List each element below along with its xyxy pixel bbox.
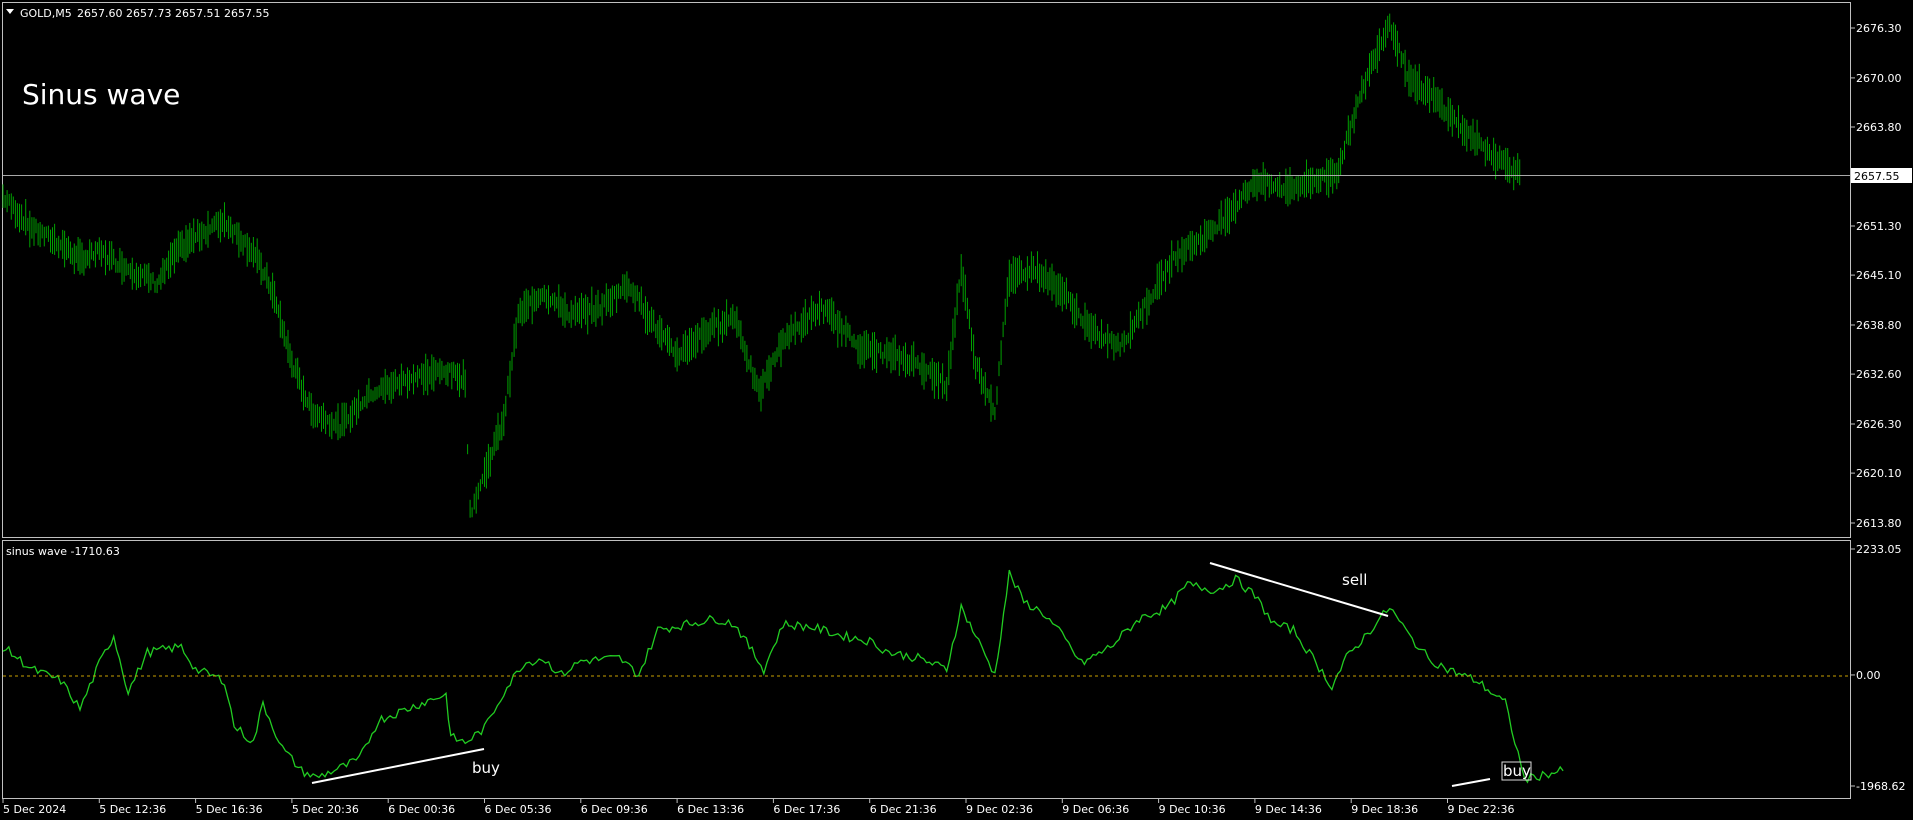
price-tick-label: 2670.00 <box>1856 72 1902 85</box>
indicator-tick-label: 0.00 <box>1856 669 1881 682</box>
time-tick-label: 5 Dec 2024 <box>3 803 66 816</box>
price-tick-label: 2613.80 <box>1856 517 1902 530</box>
background <box>0 0 1913 820</box>
sell-annotation[interactable]: sell <box>1342 571 1367 589</box>
time-tick-label: 6 Dec 09:36 <box>581 803 648 816</box>
time-tick-label: 9 Dec 14:36 <box>1255 803 1322 816</box>
price-tick-label: 2645.10 <box>1856 269 1902 282</box>
overlay-title: Sinus wave <box>22 78 180 111</box>
buy-annotation-1[interactable]: buy <box>472 759 500 777</box>
chart: GOLD,M5 2657.60 2657.73 2657.51 2657.55 … <box>0 0 1913 820</box>
ohlc-values: 2657.60 2657.73 2657.51 2657.55 <box>77 7 269 20</box>
symbol-label: GOLD,M5 <box>20 7 72 20</box>
time-tick-label: 9 Dec 06:36 <box>1062 803 1129 816</box>
time-tick-label: 9 Dec 22:36 <box>1448 803 1515 816</box>
buy-annotation-2[interactable]: buy <box>1503 762 1531 780</box>
price-tick-label: 2676.30 <box>1856 22 1902 35</box>
time-tick-label: 5 Dec 12:36 <box>99 803 166 816</box>
price-tick-label: 2638.80 <box>1856 319 1902 332</box>
indicator-tick-label: 2233.05 <box>1856 543 1902 556</box>
time-tick-label: 6 Dec 05:36 <box>485 803 552 816</box>
indicator-tick-label: -1968.62 <box>1856 780 1905 793</box>
time-tick-label: 9 Dec 18:36 <box>1351 803 1418 816</box>
price-tick-label: 2626.30 <box>1856 418 1902 431</box>
time-tick-label: 9 Dec 10:36 <box>1159 803 1226 816</box>
price-tick-label: 2651.30 <box>1856 220 1902 233</box>
price-tick-label: 2663.80 <box>1856 121 1902 134</box>
time-tick-label: 5 Dec 20:36 <box>292 803 359 816</box>
time-tick-label: 6 Dec 21:36 <box>870 803 937 816</box>
time-tick-label: 9 Dec 02:36 <box>966 803 1033 816</box>
indicator-label: sinus wave -1710.63 <box>6 545 120 558</box>
time-tick-label: 6 Dec 13:36 <box>677 803 744 816</box>
price-tick-label: 2620.10 <box>1856 467 1902 480</box>
time-tick-label: 6 Dec 00:36 <box>388 803 455 816</box>
time-tick-label: 6 Dec 17:36 <box>773 803 840 816</box>
price-tick-label: 2632.60 <box>1856 368 1902 381</box>
time-tick-label: 5 Dec 16:36 <box>196 803 263 816</box>
current-price-value: 2657.55 <box>1854 170 1900 183</box>
